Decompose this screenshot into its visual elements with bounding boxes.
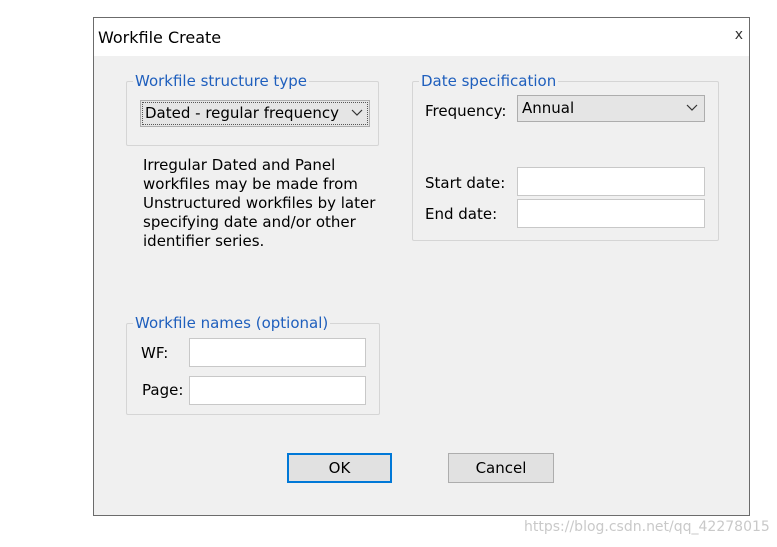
close-icon[interactable]: x — [735, 27, 743, 43]
page-name-input[interactable] — [190, 377, 365, 404]
title-bar: Workfile Create x — [94, 18, 749, 56]
frequency-label: Frequency: — [425, 102, 507, 120]
end-date-label: End date: — [425, 205, 498, 223]
structure-type-value: Dated - regular frequency — [145, 104, 339, 122]
workfile-create-dialog: Workfile Create x Workfile structure typ… — [93, 17, 750, 516]
frequency-value: Annual — [522, 99, 575, 117]
end-date-field[interactable] — [517, 199, 705, 228]
watermark-text: https://blog.csdn.net/qq_42278015 — [524, 519, 770, 535]
chevron-down-icon — [686, 98, 698, 122]
page-label: Page: — [142, 381, 184, 399]
workfile-names-legend: Workfile names (optional) — [133, 314, 331, 332]
start-date-label: Start date: — [425, 174, 506, 192]
workfile-names-group: Workfile names (optional) WF: Page: — [126, 314, 380, 415]
wf-name-input[interactable] — [190, 339, 365, 366]
date-specification-group: Date specification Frequency: Annual Sta… — [412, 72, 719, 241]
page-name-field[interactable] — [189, 376, 366, 405]
structure-description: Irregular Dated and Panel workfiles may … — [143, 156, 376, 250]
start-date-input[interactable] — [518, 168, 704, 195]
wf-name-field[interactable] — [189, 338, 366, 367]
chevron-down-icon — [351, 103, 363, 127]
end-date-input[interactable] — [518, 200, 704, 227]
ok-button[interactable]: OK — [287, 453, 392, 483]
structure-type-legend: Workfile structure type — [133, 72, 309, 90]
start-date-field[interactable] — [517, 167, 705, 196]
wf-label: WF: — [141, 344, 169, 362]
dialog-title: Workfile Create — [98, 28, 222, 47]
frequency-select[interactable]: Annual — [517, 95, 705, 122]
structure-type-select[interactable]: Dated - regular frequency — [140, 100, 370, 127]
structure-type-group: Workfile structure type Dated - regular … — [126, 72, 379, 146]
cancel-button[interactable]: Cancel — [448, 453, 554, 483]
date-specification-legend: Date specification — [419, 72, 559, 90]
